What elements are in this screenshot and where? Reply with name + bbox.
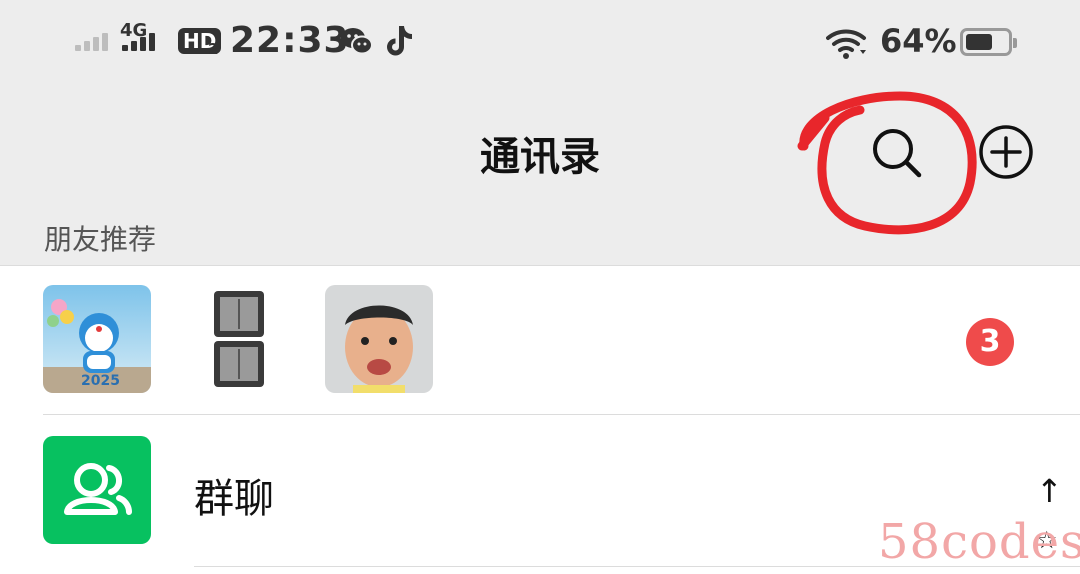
section-label-friend-recommend: 朋友推荐 — [44, 223, 157, 256]
search-icon[interactable] — [868, 124, 926, 182]
device-image — [184, 285, 292, 393]
signal-icon — [75, 32, 111, 54]
group-chat-label[interactable]: 群聊 — [194, 466, 274, 524]
device-avatar[interactable] — [184, 285, 292, 393]
people-icon — [64, 463, 132, 515]
group-chat-icon[interactable] — [43, 436, 151, 544]
battery-percent: 64% — [880, 22, 957, 60]
index-up-arrow[interactable]: ↑ — [1036, 472, 1063, 510]
wechat-icon — [341, 28, 373, 55]
wifi-icon — [826, 29, 866, 59]
avatar-caption: 2025 — [81, 373, 120, 389]
clock: 22:33 — [230, 20, 350, 61]
divider — [43, 414, 1080, 415]
plus-circle-icon[interactable] — [978, 124, 1034, 180]
battery-icon — [960, 28, 1017, 56]
child-photo-avatar[interactable] — [325, 285, 433, 393]
notification-badge: 3 — [966, 318, 1014, 366]
tiktok-icon — [387, 26, 412, 56]
signal-strength-icon — [122, 32, 158, 54]
divider — [0, 265, 1080, 266]
doraemon-avatar[interactable]: 2025 — [43, 285, 151, 393]
child-photo-image — [325, 285, 433, 393]
hd-sub: 2 — [208, 40, 219, 58]
battery-fill — [966, 34, 992, 50]
watermark: 58codes — [878, 514, 1080, 570]
status-bar: 4G HD 2 22:33 64% — [0, 18, 1080, 68]
